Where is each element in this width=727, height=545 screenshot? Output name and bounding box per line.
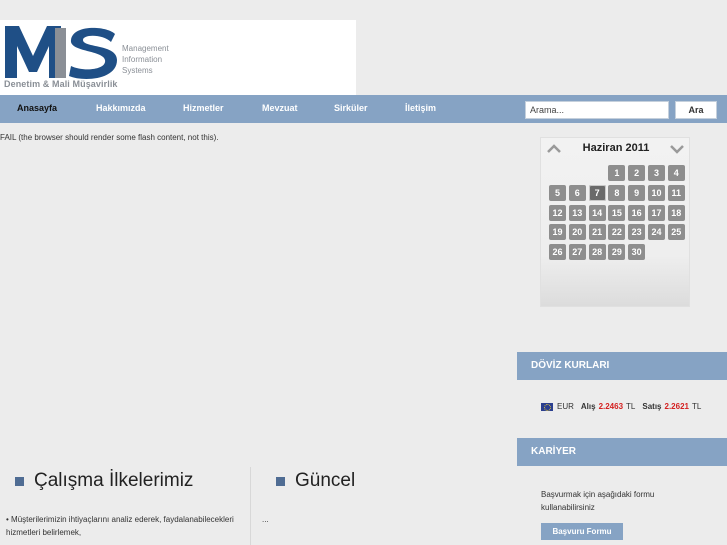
buy-label: Alış xyxy=(580,402,596,411)
calendar-day-28[interactable]: 28 xyxy=(588,244,606,261)
square-bullet-icon xyxy=(15,476,24,486)
sell-unit: TL xyxy=(691,402,702,411)
calendar-day-16[interactable]: 16 xyxy=(628,204,646,221)
exchange-rate-row: EUR Alış 2.2463 TL Satış 2.2621 TL xyxy=(541,402,701,411)
nav-item-anasayfa[interactable]: Anasayfa xyxy=(17,95,57,123)
principles-text: • Müşterilerimizin ihtiyaçlarını analiz … xyxy=(6,515,234,537)
calendar-day-4[interactable]: 4 xyxy=(667,165,685,181)
column-divider xyxy=(250,467,251,545)
calendar-day-5[interactable]: 5 xyxy=(549,184,566,201)
calendar-day-14[interactable]: 14 xyxy=(588,204,606,221)
eu-flag-icon xyxy=(541,402,553,411)
calendar-day-1[interactable]: 1 xyxy=(608,165,626,181)
calendar-day-19[interactable]: 19 xyxy=(549,224,566,241)
nav-item-hakkimizda[interactable]: Hakkımızda xyxy=(96,95,146,123)
flash-fallback-text: FAIL (the browser should render some fla… xyxy=(0,133,219,142)
calendar-day-11[interactable]: 11 xyxy=(667,184,685,201)
calendar-day-8[interactable]: 8 xyxy=(608,184,626,201)
calendar-day-24[interactable]: 24 xyxy=(648,224,665,241)
calendar-day-15[interactable]: 15 xyxy=(608,204,626,221)
kariyer-text: Başvurmak için aşağıdaki formu kullanabi… xyxy=(541,490,655,512)
sell-value: 2.2621 xyxy=(664,402,689,411)
calendar-day-25[interactable]: 25 xyxy=(667,224,685,241)
nav-item-sirkuler[interactable]: Sirküler xyxy=(334,95,368,123)
nav-item-hizmetler[interactable]: Hizmetler xyxy=(183,95,224,123)
application-form-button[interactable]: Başvuru Formu xyxy=(541,523,623,540)
calendar-month-title: Haziran 2011 xyxy=(582,142,650,154)
nav-item-iletisim[interactable]: İletişim xyxy=(405,95,436,123)
calendar-day-12[interactable]: 12 xyxy=(549,204,566,221)
calendar-day-27[interactable]: 27 xyxy=(568,244,586,261)
calendar-day-20[interactable]: 20 xyxy=(568,224,586,241)
chevron-down-icon[interactable] xyxy=(670,144,684,154)
kariyer-header: KARİYER xyxy=(517,438,727,466)
calendar-day-3[interactable]: 3 xyxy=(648,165,665,181)
news-text: ... xyxy=(262,515,269,524)
buy-value: 2.2463 xyxy=(598,402,624,411)
calendar-day-30[interactable]: 30 xyxy=(628,244,646,261)
calendar-widget: Haziran 2011 1 2 3 4 5 6 7 8 9 10 11 12 13 14 15 16 17 18… xyxy=(540,137,690,307)
calendar-day-9[interactable]: 9 xyxy=(628,184,646,201)
logo-tagline: Management Information Systems xyxy=(122,44,169,75)
news-title: Güncel xyxy=(276,470,355,492)
principles-title: Çalışma İlkelerimiz xyxy=(15,470,193,492)
calendar-day-22[interactable]: 22 xyxy=(608,224,626,241)
calendar-day-2[interactable]: 2 xyxy=(628,165,646,181)
calendar-day-10[interactable]: 10 xyxy=(648,184,665,201)
buy-unit: TL xyxy=(626,402,636,411)
sell-label: Satış xyxy=(642,402,662,411)
currency-code: EUR xyxy=(557,402,574,411)
calendar-day-21[interactable]: 21 xyxy=(588,224,606,241)
doviz-header: DÖVİZ KURLARI xyxy=(517,352,727,380)
calendar-day-29[interactable]: 29 xyxy=(608,244,626,261)
mis-logo xyxy=(3,22,117,80)
calendar-day-26[interactable]: 26 xyxy=(549,244,566,261)
calendar-day-17[interactable]: 17 xyxy=(648,204,665,221)
calendar-day-18[interactable]: 18 xyxy=(667,204,685,221)
logo-subtitle: Denetim & Mali Müşavirlik xyxy=(4,79,118,89)
logo-area[interactable]: Denetim & Mali Müşavirlik Management Inf… xyxy=(0,20,356,95)
calendar-day-23[interactable]: 23 xyxy=(628,224,646,241)
calendar-day-7[interactable]: 7 xyxy=(588,184,606,201)
square-bullet-icon xyxy=(276,476,285,486)
search-input[interactable] xyxy=(525,101,669,119)
calendar-day-13[interactable]: 13 xyxy=(568,204,586,221)
search-button[interactable]: Ara xyxy=(675,101,717,119)
nav-item-mevzuat[interactable]: Mevzuat xyxy=(262,95,298,123)
calendar-day-6[interactable]: 6 xyxy=(568,184,586,201)
